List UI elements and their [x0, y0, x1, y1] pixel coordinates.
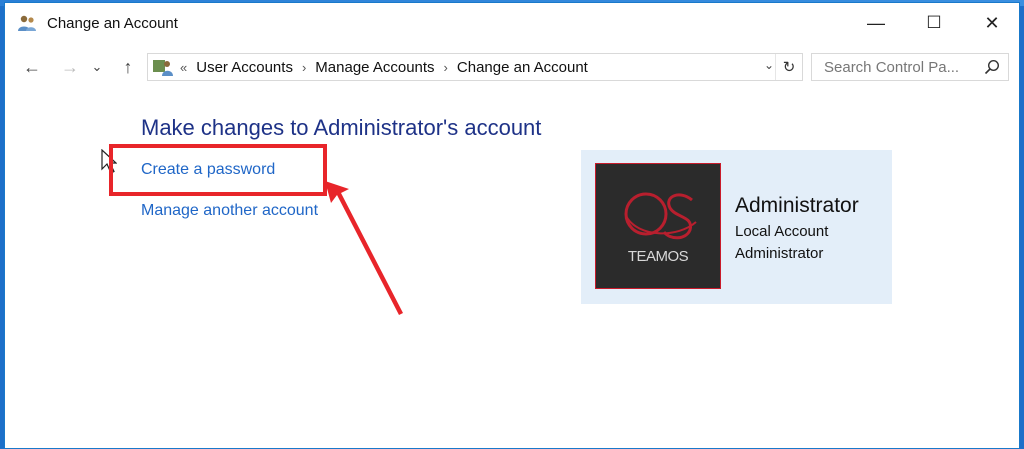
teamos-logo-icon: [624, 192, 697, 240]
address-bar[interactable]: « User Accounts › Manage Accounts › Chan…: [147, 53, 803, 81]
search-icon[interactable]: [984, 59, 1000, 75]
avatar-label: TEAMOS: [627, 248, 689, 265]
close-button[interactable]: ✕: [963, 3, 1021, 43]
annotation-highlight-box: [109, 144, 327, 196]
breadcrumb-overflow[interactable]: «: [180, 60, 187, 75]
account-type: Local Account: [735, 223, 829, 240]
page-heading: Make changes to Administrator's account: [141, 115, 542, 140]
account-card: TEAMOS Administrator Local Account Admin…: [581, 150, 892, 304]
maximize-button[interactable]: ☐: [905, 3, 963, 43]
account-avatar: TEAMOS: [595, 163, 721, 289]
refresh-button[interactable]: ↻: [775, 54, 802, 80]
breadcrumb-change-an-account[interactable]: Change an Account: [457, 59, 588, 76]
control-panel-icon: [153, 60, 173, 76]
breadcrumb-user-accounts[interactable]: User Accounts: [196, 59, 293, 76]
user-accounts-icon: [18, 15, 36, 31]
breadcrumb-separator[interactable]: ›: [444, 60, 448, 75]
back-button[interactable]: ←: [19, 53, 45, 81]
search-input[interactable]: [822, 57, 984, 77]
recent-locations-button[interactable]: ⌄: [89, 53, 105, 81]
window-title: Change an Account: [47, 15, 178, 32]
account-name: Administrator: [735, 194, 859, 217]
forward-button[interactable]: →: [57, 53, 83, 81]
manage-another-account-link[interactable]: Manage another account: [141, 202, 318, 220]
title-bar[interactable]: Change an Account — ☐ ✕: [5, 3, 1019, 43]
control-panel-window: Change an Account — ☐ ✕ ← → ⌄ ↑ « User A…: [4, 2, 1020, 449]
up-button[interactable]: ↑: [115, 53, 141, 81]
breadcrumb-manage-accounts[interactable]: Manage Accounts: [315, 59, 434, 76]
breadcrumb-separator[interactable]: ›: [302, 60, 306, 75]
account-role: Administrator: [735, 245, 824, 262]
search-box[interactable]: [811, 53, 1009, 81]
navigation-bar: ← → ⌄ ↑ « User Accounts › Manage Account…: [5, 47, 1019, 87]
address-dropdown-button[interactable]: ⌄: [764, 58, 774, 72]
minimize-button[interactable]: —: [847, 3, 905, 43]
annotation-arrow: [325, 181, 403, 315]
